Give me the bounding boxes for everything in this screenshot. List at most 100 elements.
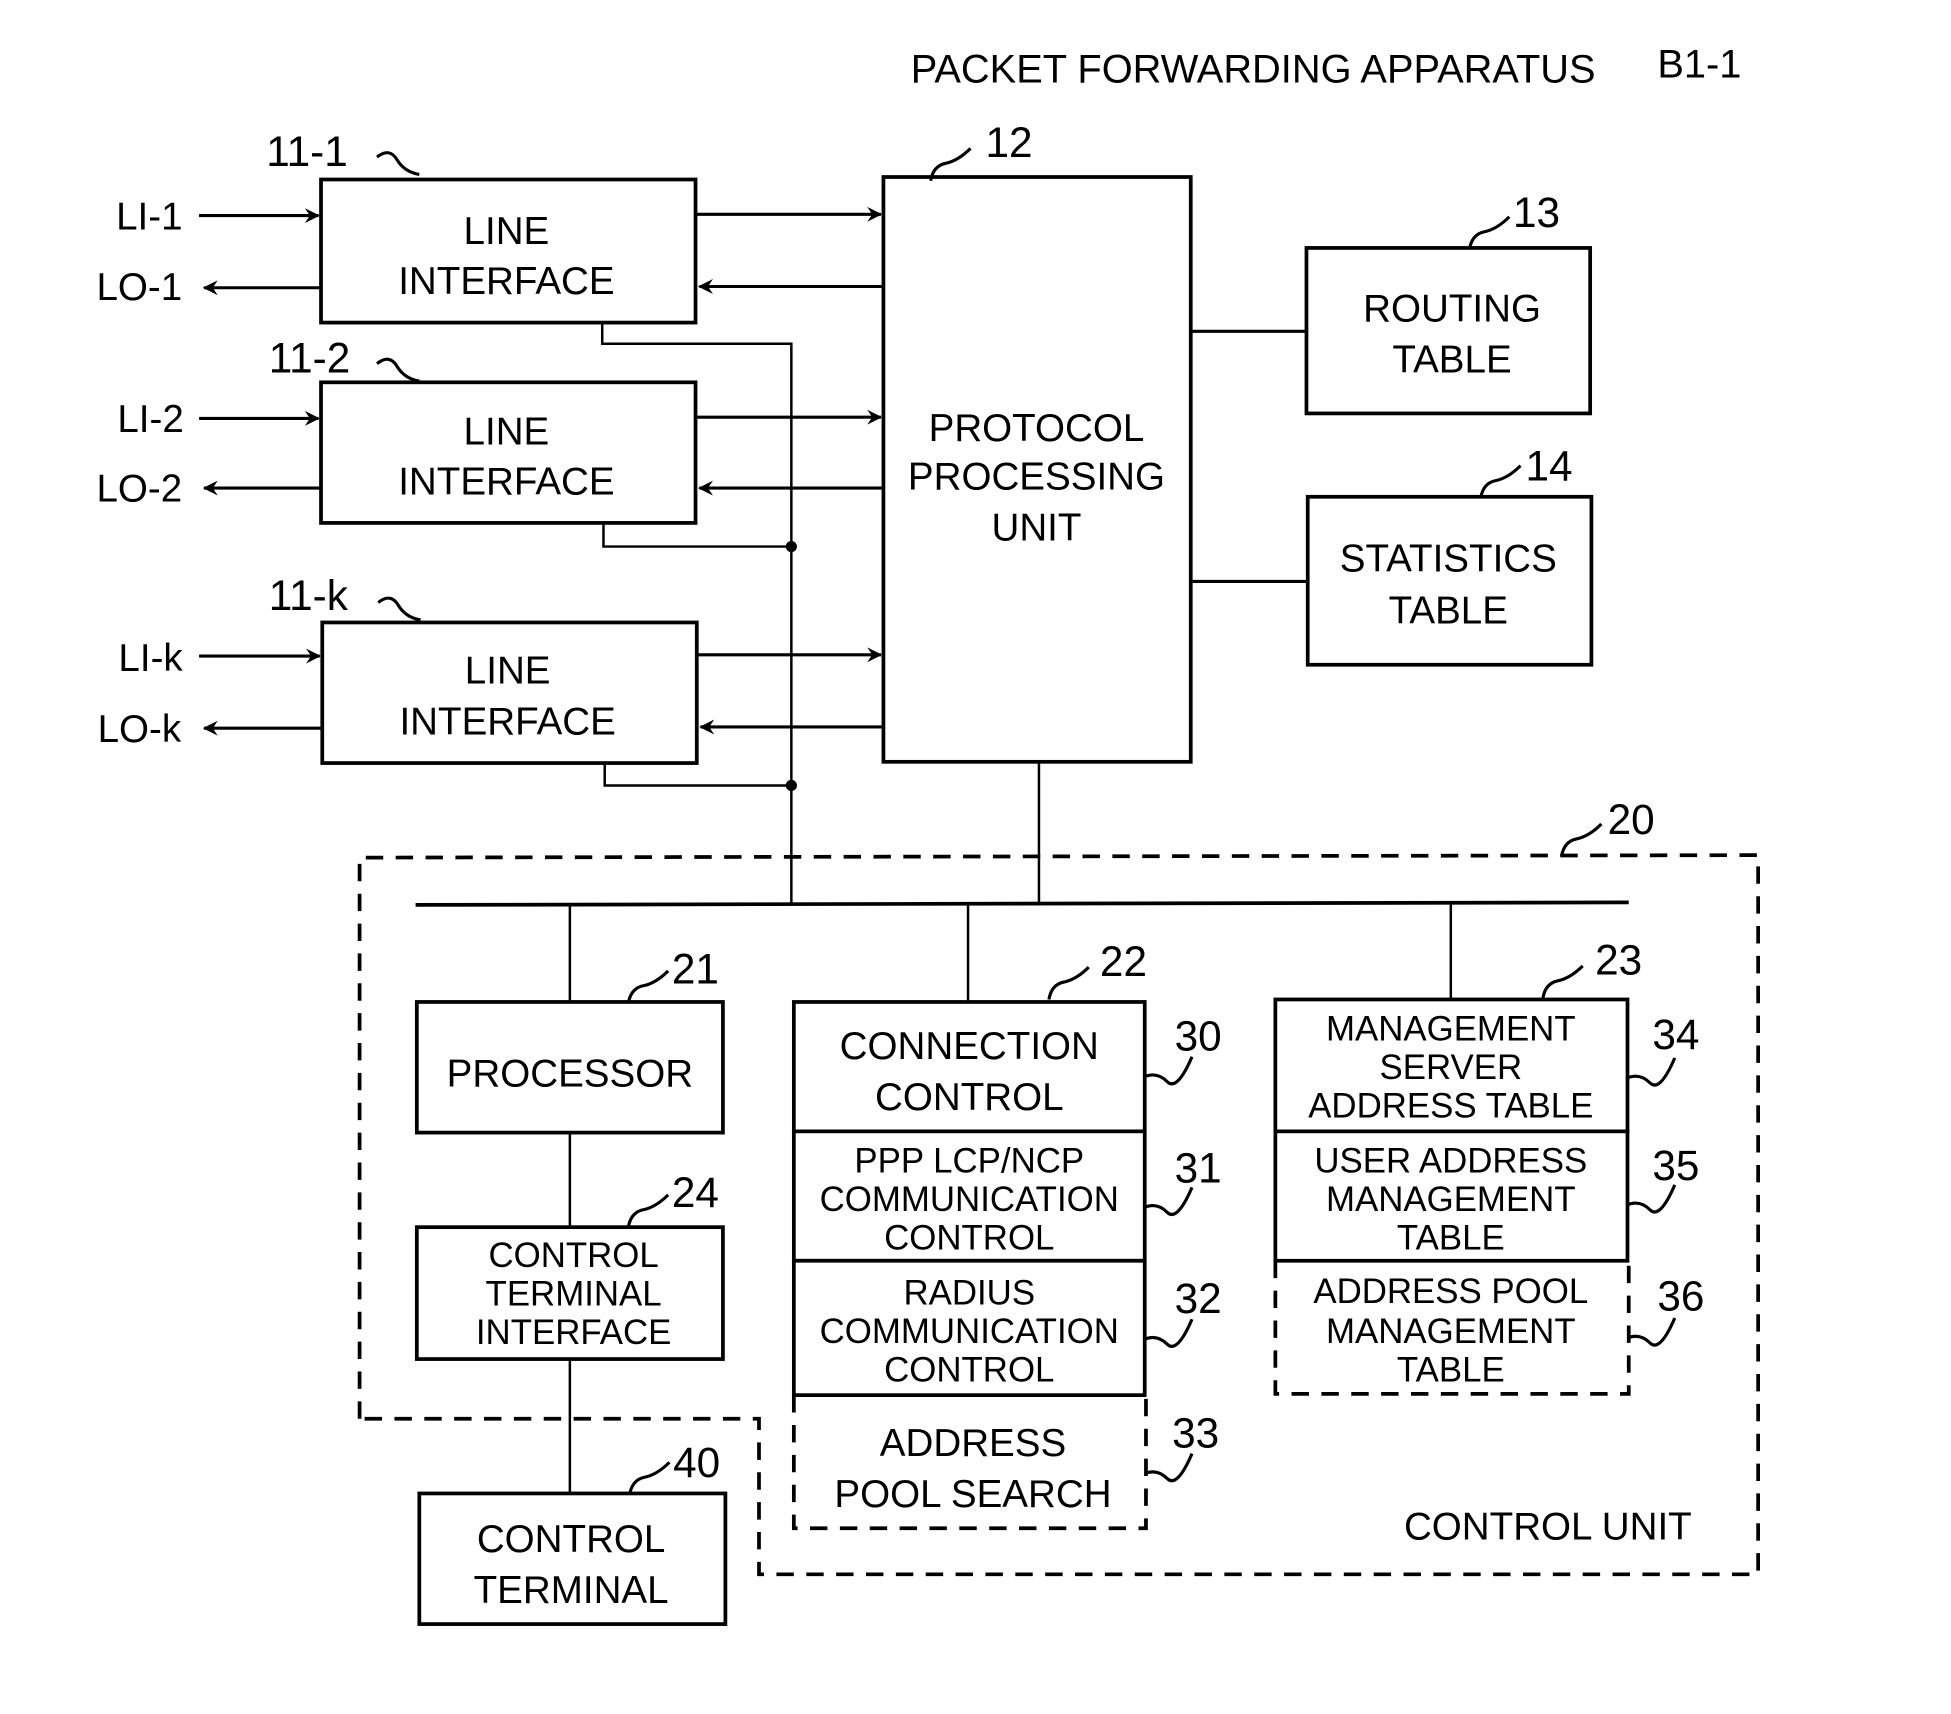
leader-squiggle-icon xyxy=(1144,1186,1194,1216)
leader-squiggle-icon xyxy=(1467,215,1511,250)
ref-number: 35 xyxy=(1652,1142,1699,1189)
module-label: MANAGEMENT xyxy=(1326,1312,1576,1351)
output-line-label: LO-2 xyxy=(96,468,182,511)
ppp-lcp-ncp-communication-control: PPP LCP/NCP COMMUNICATION CONTROL 31 xyxy=(791,1129,1222,1263)
leader-squiggle-icon xyxy=(1144,1318,1194,1348)
leader-squiggle-icon xyxy=(377,596,421,622)
junction-dot-icon xyxy=(785,540,797,553)
statistics-table-label: TABLE xyxy=(1389,590,1508,633)
ppu-label: PROTOCOL xyxy=(929,407,1145,450)
module-label: CONNECTION xyxy=(840,1025,1099,1068)
module-label: TABLE xyxy=(1397,1219,1505,1258)
leader-squiggle-icon xyxy=(1144,1056,1194,1086)
connection-control: CONNECTION CONTROL 30 xyxy=(791,1000,1222,1134)
module-label: TABLE xyxy=(1397,1350,1505,1389)
ref-number: 30 xyxy=(1175,1012,1222,1059)
ref-number: 34 xyxy=(1652,1011,1699,1058)
statistics-table: STATISTICS TABLE 14 xyxy=(1305,443,1594,667)
module-label: USER ADDRESS xyxy=(1314,1141,1587,1180)
address-pool-management-table: ADDRESS POOL MANAGEMENT TABLE 36 xyxy=(1273,1260,1704,1396)
ppu-label: UNIT xyxy=(991,506,1081,549)
line-interface-label: INTERFACE xyxy=(399,700,615,743)
leader-squiggle-icon xyxy=(626,969,670,1004)
module-label: PPP LCP/NCP xyxy=(854,1141,1084,1180)
line-interface-label: LINE xyxy=(464,210,550,253)
ref-number: 23 xyxy=(1595,937,1642,984)
routing-table: ROUTING TABLE 13 xyxy=(1304,189,1593,416)
statistics-table-box xyxy=(1305,494,1594,667)
apparatus-title: PACKET FORWARDING APPARATUS xyxy=(911,47,1596,91)
user-address-management-table: USER ADDRESS MANAGEMENT TABLE 35 xyxy=(1273,1129,1699,1263)
line-interface-label: LINE xyxy=(465,649,551,692)
module-label: COMMUNICATION xyxy=(820,1180,1119,1219)
cti-label: INTERFACE xyxy=(476,1313,671,1352)
ref-number: 36 xyxy=(1657,1273,1704,1320)
line-interface-label: LINE xyxy=(464,411,550,454)
leader-squiggle-icon xyxy=(1626,1057,1677,1087)
module-label: MANAGEMENT xyxy=(1326,1010,1576,1049)
ref-number: 13 xyxy=(1513,189,1560,236)
module-label: SERVER xyxy=(1380,1048,1523,1087)
control-line xyxy=(602,522,792,548)
cti-label: CONTROL xyxy=(488,1236,658,1275)
protocol-processing-unit: PROTOCOL PROCESSING UNIT 12 xyxy=(881,119,1193,764)
output-line-label: LO-k xyxy=(98,708,182,751)
ref-number: 11-2 xyxy=(269,334,351,381)
leader-squiggle-icon xyxy=(1560,822,1603,857)
ref-number: 21 xyxy=(672,945,719,992)
ref-number: 24 xyxy=(672,1169,719,1216)
leader-squiggle-icon xyxy=(1479,464,1522,499)
control-line xyxy=(603,763,792,787)
module-label: POOL SEARCH xyxy=(834,1473,1111,1516)
ref-number: 22 xyxy=(1100,938,1147,985)
leader-squiggle-icon xyxy=(1047,966,1090,1000)
module-label: COMMUNICATION xyxy=(820,1312,1119,1351)
ppu-label: PROCESSING xyxy=(908,455,1165,498)
cti-label: TERMINAL xyxy=(486,1275,662,1314)
input-line-label: LI-2 xyxy=(117,398,183,441)
module-label: ADDRESS xyxy=(880,1422,1066,1465)
module-label: ADDRESS POOL xyxy=(1313,1272,1588,1311)
leader-squiggle-icon xyxy=(376,357,420,383)
line-interface-label: INTERFACE xyxy=(398,260,614,303)
ref-number: 20 xyxy=(1608,796,1655,843)
packet-forwarding-diagram: PACKET FORWARDING APPARATUS B1-1 LINE IN… xyxy=(96,42,1761,1626)
apparatus-ref: B1-1 xyxy=(1657,42,1741,86)
internal-bus xyxy=(415,900,1629,907)
line-interface-2: LINE INTERFACE 11-2 LI-2 LO-2 xyxy=(96,334,698,525)
line-interface-1: LINE INTERFACE 11-1 LI-1 LO-1 xyxy=(96,128,698,325)
leader-squiggle-icon xyxy=(1541,964,1584,999)
ref-number: 32 xyxy=(1175,1275,1222,1322)
ref-number: 11-1 xyxy=(266,128,348,175)
module-label: ADDRESS TABLE xyxy=(1308,1087,1593,1126)
leader-squiggle-icon xyxy=(1626,1184,1677,1214)
control-terminal: CONTROL TERMINAL 40 xyxy=(417,1439,728,1626)
module-label: CONTROL xyxy=(884,1350,1054,1389)
ref-number: 31 xyxy=(1175,1144,1222,1191)
routing-table-label: TABLE xyxy=(1392,338,1511,381)
leader-squiggle-icon xyxy=(1144,1453,1194,1483)
routing-table-box xyxy=(1304,246,1593,416)
module-label: CONTROL xyxy=(884,1219,1054,1258)
junction-dot-icon xyxy=(785,779,797,792)
leader-squiggle-icon xyxy=(1626,1317,1677,1347)
connection-group: 22 CONNECTION CONTROL 30 PPP LCP/NCP COM… xyxy=(791,938,1222,1531)
output-line-label: LO-1 xyxy=(96,266,182,309)
input-line-label: LI-k xyxy=(118,637,183,680)
line-interface-k: LINE INTERFACE 11-k LI-k LO-k xyxy=(98,572,699,765)
address-pool-search: ADDRESS POOL SEARCH 33 xyxy=(791,1395,1219,1531)
ref-number: 33 xyxy=(1172,1409,1219,1456)
ref-number: 14 xyxy=(1525,443,1572,490)
management-server-address-table: MANAGEMENT SERVER ADDRESS TABLE 34 xyxy=(1273,997,1699,1134)
module-label: RADIUS xyxy=(903,1273,1035,1312)
leader-squiggle-icon xyxy=(628,1461,671,1495)
control-terminal-label: TERMINAL xyxy=(474,1569,669,1612)
input-line-label: LI-1 xyxy=(116,195,182,238)
radius-communication-control: RADIUS COMMUNICATION CONTROL 32 xyxy=(791,1258,1222,1398)
ref-number: 40 xyxy=(673,1439,720,1486)
line-interface-label: INTERFACE xyxy=(398,460,614,503)
control-terminal-label: CONTROL xyxy=(477,1518,666,1561)
table-group: 23 MANAGEMENT SERVER ADDRESS TABLE 34 US… xyxy=(1273,937,1704,1396)
routing-table-label: ROUTING xyxy=(1363,287,1541,330)
ref-number: 12 xyxy=(985,119,1032,166)
